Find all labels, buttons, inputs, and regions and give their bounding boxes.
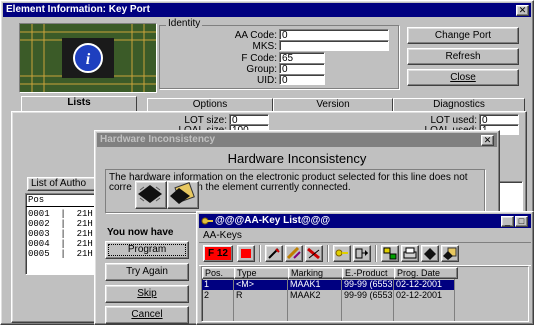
close-icon: ✕ <box>518 5 527 15</box>
close-button[interactable]: Close <box>407 69 519 86</box>
circuit-board-image: i <box>19 23 157 93</box>
maximize-icon: □ <box>518 216 525 226</box>
keylist-toolbar: F 12 <box>199 242 531 266</box>
identity-group-label: Identity <box>166 18 203 29</box>
list-item[interactable]: 0001 | 21H <box>28 209 93 219</box>
list-of-authorizations-header[interactable]: List of Autho <box>27 177 101 191</box>
grid-header-row: Pos. Type Marking E.-Product Prog. Date <box>202 267 528 279</box>
tab-options[interactable]: Options <box>147 98 273 112</box>
f-code-field[interactable]: 65 <box>279 52 325 64</box>
print-icon[interactable] <box>401 245 419 262</box>
dialog-title-bar: Hardware Inconsistency <box>97 133 497 147</box>
aa-code-field[interactable]: 0 <box>279 29 389 41</box>
dialog-message-line2-end: in the element currently connected. <box>195 182 351 193</box>
cell-date: 02-12-2001 <box>396 280 443 289</box>
cancel-button[interactable]: Cancel <box>105 306 189 324</box>
tab-diagnostics[interactable]: Diagnostics <box>393 98 525 112</box>
close-icon: ✕ <box>483 135 492 145</box>
cell-pos: 1 <box>204 280 210 289</box>
list-item[interactable]: 0002 | 21H <box>28 219 93 229</box>
list-item[interactable]: 0003 | 21H <box>28 229 93 239</box>
f12-button[interactable]: F 12 <box>203 245 233 262</box>
circuit-board-icon: i <box>20 24 156 92</box>
chip-icon-button <box>135 181 167 209</box>
mks-label: MKS: <box>252 41 277 52</box>
cell-marking: MAAK2 <box>290 291 321 300</box>
col-header-product[interactable]: E.-Product <box>342 267 396 279</box>
chip-tool-icon[interactable] <box>421 245 439 262</box>
dialog-close-button[interactable]: ✕ <box>481 135 494 146</box>
main-close-button[interactable]: ✕ <box>516 5 529 16</box>
edit-pencil-icon[interactable] <box>285 245 303 262</box>
list-header-divider <box>26 206 104 207</box>
group-label: Group: <box>246 64 277 75</box>
authorization-list[interactable]: Pos 0001 | 21H 0002 | 21H 0003 | 21H 000… <box>25 193 105 275</box>
chip-card-icon <box>170 182 195 204</box>
aa-code-label: AA Code: <box>234 30 277 41</box>
tab-lists[interactable]: Lists <box>21 96 137 112</box>
menu-aa-keys[interactable]: AA-Keys <box>203 230 242 241</box>
list-item[interactable]: 0005 | 21H <box>28 249 93 259</box>
toolbar-separator <box>327 245 329 262</box>
dialog-message-line2-start: corre <box>109 182 132 193</box>
skip-button[interactable]: Skip <box>105 285 189 303</box>
mks-field[interactable] <box>279 40 389 51</box>
toolbar-separator <box>375 245 377 262</box>
key-icon[interactable] <box>333 245 351 262</box>
program-button[interactable]: Program <box>105 241 189 259</box>
toolbar-separator <box>259 245 261 262</box>
col-header-date[interactable]: Prog. Date <box>394 267 458 279</box>
cell-marking: MAAK1 <box>290 280 321 289</box>
refresh-button[interactable]: Refresh <box>407 48 519 65</box>
minimize-icon: _ <box>504 216 510 226</box>
cell-type: R <box>236 291 243 300</box>
chip-icon <box>138 185 162 203</box>
tab-version[interactable]: Version <box>273 98 393 112</box>
table-row[interactable]: 2 R MAAK2 99-99 (6553! 02-12-2001 <box>202 291 454 301</box>
keylist-maximize-button[interactable]: □ <box>515 216 528 227</box>
cell-product: 99-99 (6553! <box>344 291 392 300</box>
main-window-title: Element Information: Key Port <box>6 4 150 15</box>
export-arrow-icon[interactable] <box>353 245 371 262</box>
keylist-grid[interactable]: Pos. Type Marking E.-Product Prog. Date … <box>201 266 529 322</box>
chip-card-icon-button <box>167 181 199 209</box>
you-now-have-text: You now have <box>107 227 174 238</box>
col-header-type[interactable]: Type <box>234 267 290 279</box>
svg-text:i: i <box>86 51 91 68</box>
stop-icon[interactable] <box>237 245 255 262</box>
cell-product: 99-99 (6553! <box>344 280 392 289</box>
table-row[interactable]: 1 <M> MAAK1 99-99 (6553! 02-12-2001 <box>202 280 454 290</box>
change-port-button[interactable]: Change Port <box>407 27 519 44</box>
try-again-button[interactable]: Try Again <box>105 263 189 281</box>
uid-label: UID: <box>257 75 277 86</box>
group-field[interactable]: 0 <box>279 63 325 75</box>
aa-key-list-window: @@@AA-Key List@@@ _ □ AA-Keys F 12 Pos. … <box>196 211 534 325</box>
cell-pos: 2 <box>204 291 210 300</box>
col-header-marking[interactable]: Marking <box>288 267 344 279</box>
dialog-heading: Hardware Inconsistency <box>227 151 367 166</box>
main-title-bar: Element Information: Key Port <box>3 3 531 17</box>
keylist-minimize-button[interactable]: _ <box>501 216 514 227</box>
dialog-title: Hardware Inconsistency <box>100 134 216 145</box>
cell-date: 02-12-2001 <box>396 291 443 300</box>
chip-card-tool-icon[interactable] <box>441 245 459 262</box>
keylist-title-bar: @@@AA-Key List@@@ <box>199 214 531 228</box>
uid-field[interactable]: 0 <box>279 74 325 86</box>
list-item[interactable]: 0004 | 21H <box>28 239 93 249</box>
pen-icon[interactable] <box>265 245 283 262</box>
cell-type: <M> <box>236 280 255 289</box>
key-app-icon <box>201 215 213 227</box>
list-header: Pos <box>28 195 45 205</box>
f12-label: F 12 <box>207 248 228 259</box>
transfer-keys-icon[interactable] <box>381 245 399 262</box>
eraser-icon[interactable] <box>305 245 323 262</box>
f-code-label: F Code: <box>241 53 277 64</box>
col-header-pos[interactable]: Pos. <box>202 267 236 279</box>
keylist-title: @@@AA-Key List@@@ <box>215 215 331 226</box>
